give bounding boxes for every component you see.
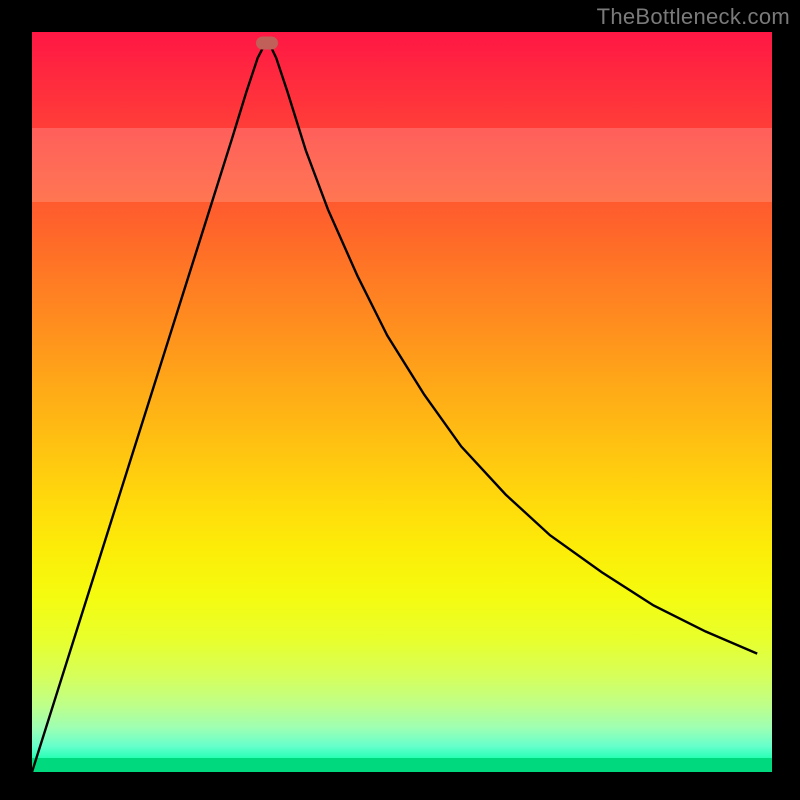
attribution-text: TheBottleneck.com <box>597 4 790 30</box>
current-config-marker <box>256 37 278 50</box>
plot-area <box>32 32 772 772</box>
curve-svg <box>32 32 772 772</box>
bottleneck-curve <box>32 39 757 772</box>
